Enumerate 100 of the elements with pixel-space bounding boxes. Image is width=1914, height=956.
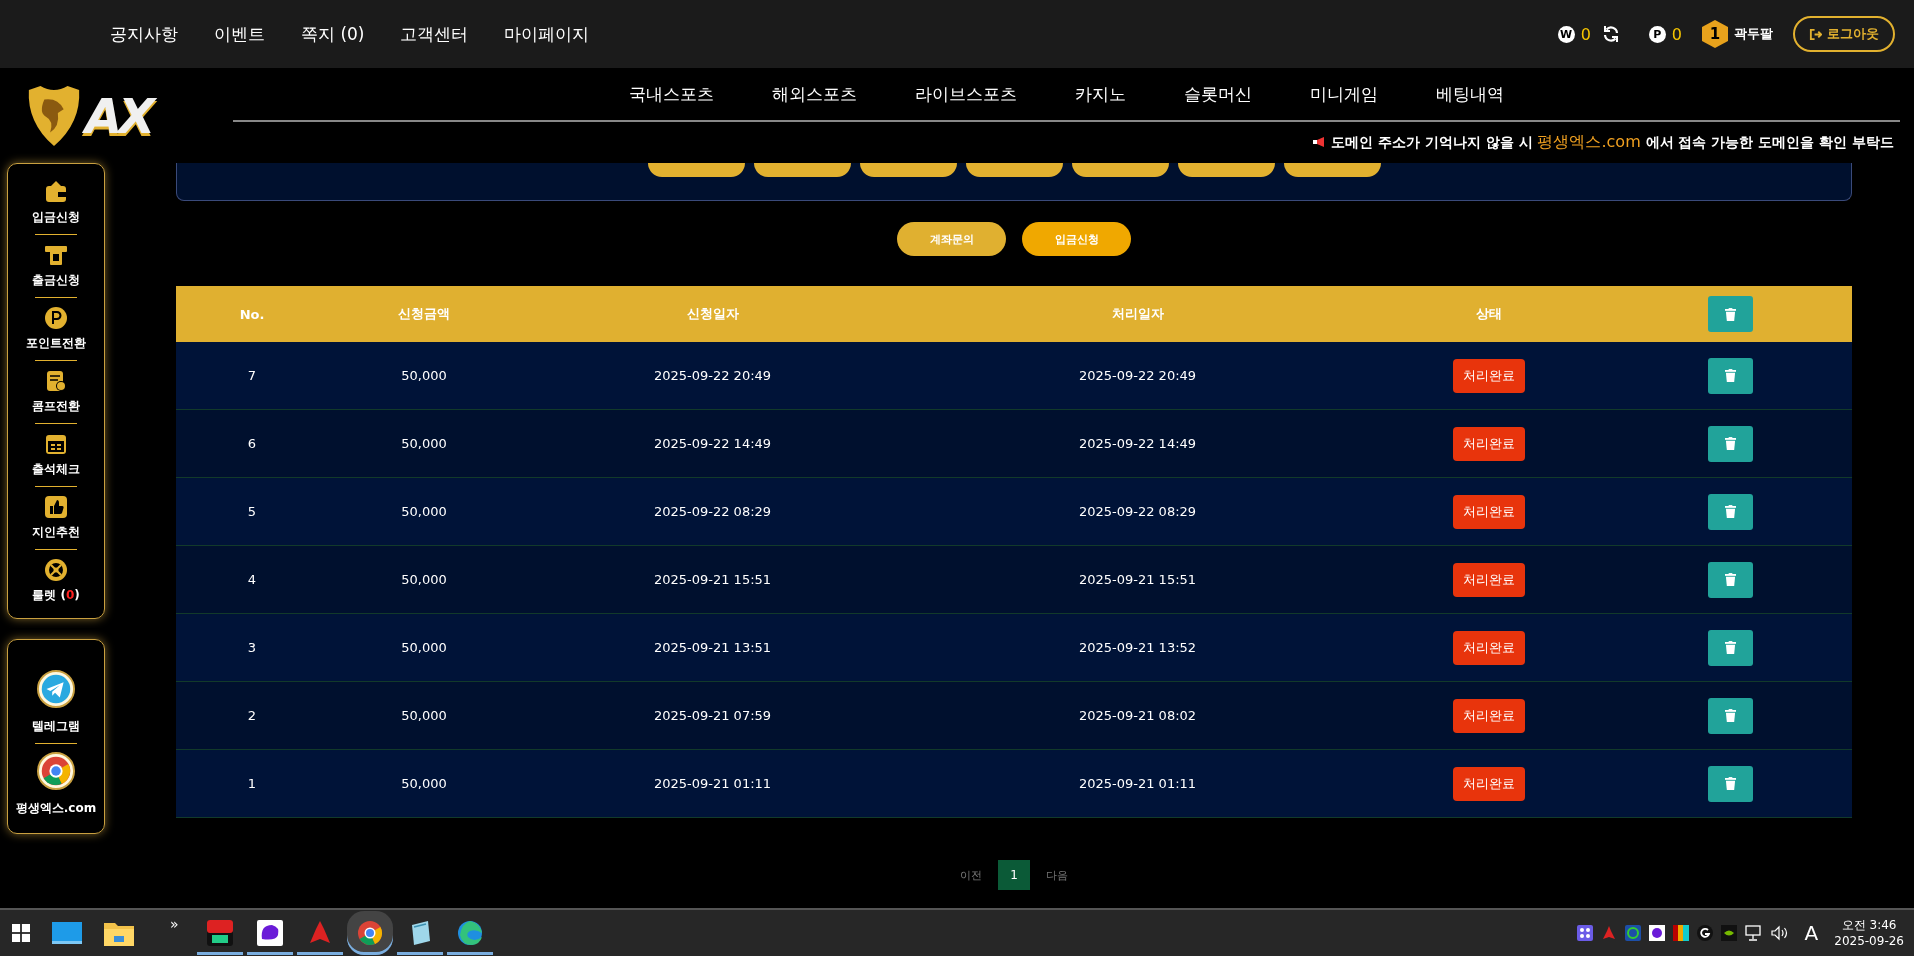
overflow-chevron[interactable]: » <box>170 916 179 932</box>
main-nav-link[interactable]: 카지노 <box>1046 82 1155 106</box>
table-cell: 2025-09-22 14:49 <box>1078 436 1197 451</box>
trash-icon <box>1724 505 1736 518</box>
category-button[interactable] <box>1177 163 1275 177</box>
table-cell: 2025-09-22 08:29 <box>1078 504 1197 519</box>
top-menu-link[interactable]: 고객센터 <box>400 22 469 46</box>
delete-button[interactable] <box>1707 765 1753 802</box>
tray-icon[interactable] <box>1720 925 1737 941</box>
tv-app-icon <box>205 919 234 947</box>
top-menu-link[interactable]: 공지사항 <box>110 22 178 46</box>
table-cell: 50,000 <box>401 368 447 383</box>
category-button[interactable] <box>647 163 745 177</box>
table-cell: 2025-09-22 20:49 <box>1078 368 1197 383</box>
table-cell: 2025-09-22 20:49 <box>653 368 772 383</box>
tray-icon[interactable] <box>1648 925 1665 941</box>
trash-icon <box>1724 307 1736 321</box>
category-button[interactable] <box>753 163 851 177</box>
thumb-icon <box>44 495 68 519</box>
table-cell: 2025-09-21 01:11 <box>653 776 772 791</box>
top-menu-link[interactable]: 쪽지 (0) <box>301 22 365 46</box>
ticker-text: 도메인 주소가 기억나지 않을 시 평생엑스.com 에서 접속 가능한 도메인을 확인 부탁드 <box>1331 131 1894 153</box>
column-header: 신청금액 <box>398 305 450 323</box>
trash-icon <box>1724 369 1736 382</box>
status-badge: 처리완료 <box>1453 698 1525 733</box>
taskbar-app[interactable] <box>346 911 393 955</box>
sidebar-item[interactable]: 입금신청 <box>32 178 80 228</box>
atm-icon <box>44 243 68 267</box>
previous-link[interactable]: 이전 <box>960 867 982 883</box>
sidebar-item[interactable]: 출석체크 <box>32 430 80 480</box>
point-icon: P <box>1648 25 1666 43</box>
column-header: 신청일자 <box>686 305 739 323</box>
delete-button[interactable] <box>1707 561 1753 598</box>
sidebar-item[interactable]: 콤프전환 <box>32 367 80 417</box>
sidebar-link[interactable]: 텔레그램 <box>32 668 80 737</box>
table-cell: 2025-09-22 14:49 <box>653 436 772 451</box>
wallet-icon <box>44 180 68 204</box>
tray-icon[interactable] <box>1576 925 1593 941</box>
tray-icon[interactable] <box>1624 925 1641 941</box>
status-badge: 처리완료 <box>1453 630 1525 665</box>
trash-icon <box>1724 573 1736 586</box>
megaphone-icon <box>1312 137 1327 147</box>
logo[interactable]: AX <box>0 68 233 163</box>
table-cell: 2025-09-21 15:51 <box>1078 572 1197 587</box>
point-amount: 0 <box>1671 24 1682 44</box>
main-nav-link[interactable]: 국내스포츠 <box>600 82 743 106</box>
status-badge: 처리완료 <box>1453 358 1525 393</box>
status-badge: 처리완료 <box>1453 766 1525 801</box>
point-icon <box>44 306 68 330</box>
won-icon: W <box>1557 25 1575 43</box>
sidebar-item[interactable]: 출금신청 <box>32 241 80 291</box>
input-method-indicator[interactable]: A <box>1804 921 1819 945</box>
folder-icon[interactable] <box>104 920 134 946</box>
table-cell: 50,000 <box>401 776 447 791</box>
sidebar-item[interactable]: 룰렛 (0) <box>32 556 80 606</box>
volume-icon[interactable] <box>1770 925 1789 941</box>
delete-button[interactable] <box>1707 493 1753 530</box>
delete-button[interactable] <box>1707 697 1753 734</box>
category-button[interactable] <box>965 163 1063 177</box>
category-button[interactable] <box>859 163 957 177</box>
main-nav-link[interactable]: 미니게임 <box>1281 82 1407 106</box>
tray-icon[interactable] <box>1696 925 1713 941</box>
table-cell: 2025-09-21 15:51 <box>653 572 772 587</box>
table-cell: 1 <box>247 776 257 791</box>
table-cell: 2025-09-22 08:29 <box>653 504 772 519</box>
main-nav-link[interactable]: 베팅내역 <box>1407 82 1533 106</box>
chrome-icon <box>37 752 75 790</box>
delete-button[interactable] <box>1707 629 1753 666</box>
network-icon[interactable] <box>1744 925 1763 941</box>
calendar-icon <box>44 432 68 456</box>
clock-time: 오전 3:46 <box>1841 917 1897 933</box>
main-nav-link[interactable]: 라이브스포츠 <box>886 82 1046 106</box>
table-cell: 50,000 <box>401 572 447 587</box>
start-icon[interactable] <box>12 924 30 942</box>
delete-button[interactable] <box>1707 357 1753 394</box>
sidebar-item[interactable]: 지인추천 <box>32 493 80 543</box>
table-cell: 50,000 <box>401 640 447 655</box>
status-badge: 처리완료 <box>1453 494 1525 529</box>
trash-icon <box>1724 777 1736 790</box>
delete-all-button[interactable] <box>1707 296 1753 332</box>
main-nav-link[interactable]: 해외스포츠 <box>743 82 886 106</box>
next-link[interactable]: 다음 <box>1046 867 1068 883</box>
top-menu-link[interactable]: 마이페이지 <box>504 22 590 46</box>
logout-button[interactable]: 로그아웃 <box>1793 16 1895 52</box>
main-nav-link[interactable]: 슬롯머신 <box>1155 82 1281 106</box>
tray-icon[interactable] <box>1672 925 1689 941</box>
edge-app-icon <box>455 919 484 947</box>
table-cell: 6 <box>247 436 257 451</box>
page-button[interactable]: 1 <box>998 860 1030 890</box>
table-cell: 4 <box>247 572 257 587</box>
category-button[interactable] <box>1283 163 1381 177</box>
comp-icon <box>44 369 68 393</box>
category-button[interactable] <box>1071 163 1169 177</box>
logout-icon <box>1809 27 1822 41</box>
table-cell: 50,000 <box>401 436 447 451</box>
sidebar-link[interactable]: 평생엑스.com <box>15 750 97 819</box>
delete-button[interactable] <box>1707 425 1753 462</box>
top-menu-link[interactable]: 이벤트 <box>214 22 265 46</box>
sidebar-item[interactable]: 포인트전환 <box>26 304 86 354</box>
status-badge: 처리완료 <box>1453 426 1525 461</box>
